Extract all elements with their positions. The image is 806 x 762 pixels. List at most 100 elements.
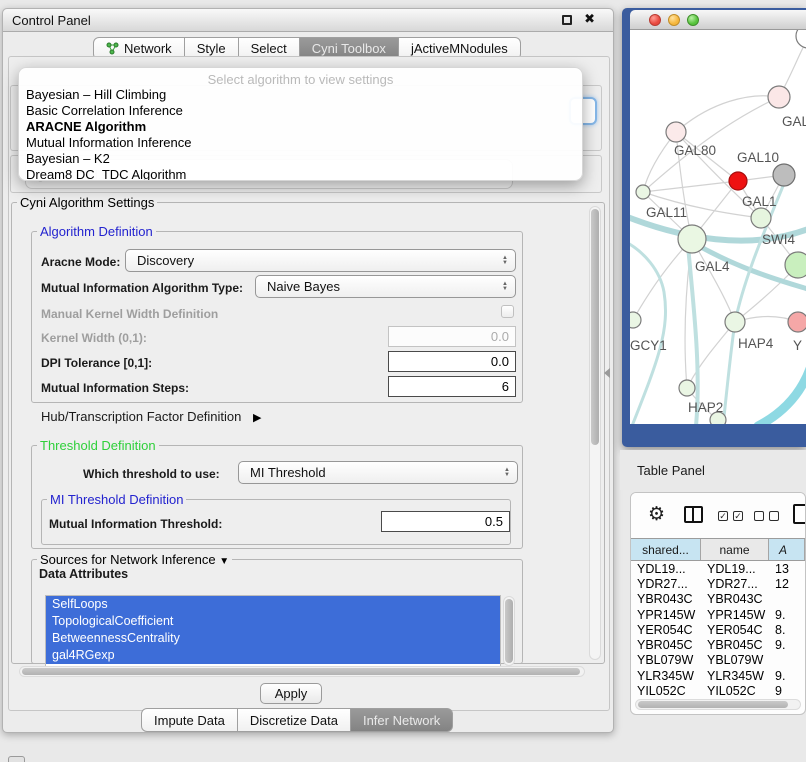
stepper-icon: ▲▼ — [504, 468, 510, 478]
which-threshold-value: MI Threshold — [250, 465, 326, 480]
table-row[interactable]: YIL052CYIL052C9 — [631, 683, 805, 698]
algorithm-dropdown-item[interactable]: Dream8 DC_TDC Algorithm — [19, 167, 582, 181]
settings-vertical-scrollbar[interactable] — [589, 206, 601, 660]
network-edge[interactable] — [676, 96, 779, 132]
deselect-checkbox-icon[interactable] — [769, 511, 779, 521]
gear-icon[interactable]: ⚙ — [648, 503, 665, 526]
algorithm-dropdown-item[interactable]: Basic Correlation Inference — [19, 103, 582, 119]
mi-threshold-value: 0.5 — [485, 514, 503, 529]
network-node[interactable] — [785, 252, 806, 278]
data-attribute-item[interactable]: BetweennessCentrality — [46, 630, 500, 647]
tab-infer-network[interactable]: Infer Network — [351, 708, 453, 732]
network-node-label: HAP2 — [688, 400, 723, 415]
network-node[interactable] — [751, 208, 771, 228]
data-attribute-item[interactable]: SelfLoops — [46, 596, 500, 613]
data-attributes-list[interactable]: SelfLoopsTopologicalCoefficientBetweenne… — [45, 595, 501, 667]
network-node[interactable] — [630, 312, 641, 328]
table-row[interactable]: YBR045CYBR045C9. — [631, 637, 805, 652]
algorithm-dropdown-item[interactable]: Bayesian – K2 — [19, 151, 582, 167]
network-node[interactable] — [796, 30, 806, 48]
settings-horizontal-scrollbar[interactable] — [19, 666, 585, 677]
network-node[interactable] — [666, 122, 686, 142]
table-cell: YLR345W — [631, 669, 701, 683]
algorithm-dropdown-item[interactable]: Mutual Information Inference — [19, 135, 582, 151]
table-cell: 12 — [769, 577, 805, 591]
network-node[interactable] — [636, 185, 650, 199]
table-cell: YIL052C — [701, 684, 769, 698]
network-node[interactable] — [679, 380, 695, 396]
float-window-icon[interactable] — [562, 15, 572, 25]
data-attribute-item[interactable]: gal4RGexp — [46, 647, 500, 664]
network-node-label: Y — [793, 338, 802, 353]
network-edge[interactable] — [643, 181, 738, 192]
close-traffic-light-icon[interactable] — [649, 14, 661, 26]
column-header-name[interactable]: name — [701, 539, 769, 560]
network-window-titlebar[interactable] — [630, 10, 806, 30]
mi-threshold-field[interactable]: 0.5 — [381, 511, 510, 532]
zoom-traffic-light-icon[interactable] — [687, 14, 699, 26]
manual-kernel-checkbox[interactable] — [501, 305, 514, 318]
apply-button[interactable]: Apply — [260, 683, 322, 704]
hub-definition-expander[interactable]: Hub/Transcription Factor Definition ▶ — [41, 409, 261, 424]
network-node[interactable] — [788, 312, 806, 332]
minimized-panel-icon[interactable] — [8, 756, 25, 762]
control-panel-titlebar[interactable]: Control Panel ✖ — [3, 9, 613, 32]
table-row[interactable]: YDR27...YDR27...12 — [631, 576, 805, 591]
column-header-shared-name[interactable]: shared... — [631, 539, 701, 560]
table-cell: YDL19... — [631, 562, 701, 576]
mi-steps-field[interactable]: 6 — [388, 376, 516, 397]
columns-icon[interactable] — [684, 506, 703, 523]
table-cell: 9. — [769, 669, 805, 683]
mi-threshold-definition-title: MI Threshold Definition — [47, 492, 186, 507]
sources-group-title[interactable]: Sources for Network Inference ▼ — [37, 552, 232, 567]
attributes-list-scrollbar[interactable] — [503, 596, 515, 666]
cyni-bottom-tabbar: Impute Data Discretize Data Infer Networ… — [141, 708, 453, 732]
algorithm-dropdown-item[interactable]: ARACNE Algorithm — [19, 119, 582, 135]
tab-discretize-data[interactable]: Discretize Data — [238, 708, 351, 732]
network-node[interactable] — [678, 225, 706, 253]
tab-impute-data[interactable]: Impute Data — [141, 708, 238, 732]
table-row[interactable]: YPR145WYPR145W9. — [631, 607, 805, 622]
mi-steps-label: Mutual Information Steps: — [41, 381, 189, 395]
deselect-checkbox-icon[interactable] — [754, 511, 764, 521]
network-node[interactable] — [773, 164, 795, 186]
network-node[interactable] — [725, 312, 745, 332]
threshold-definition-title: Threshold Definition — [37, 438, 159, 453]
kernel-width-value: 0.0 — [491, 329, 509, 344]
network-node[interactable] — [729, 172, 747, 190]
table-cell: 8. — [769, 623, 805, 637]
table-horizontal-scrollbar[interactable] — [635, 699, 801, 710]
which-threshold-combobox[interactable]: MI Threshold ▲▼ — [238, 461, 518, 484]
close-icon[interactable]: ✖ — [584, 11, 595, 27]
select-all-checkbox-icon[interactable]: ✓ — [718, 511, 728, 521]
table-row[interactable]: YDL19...YDL19...13 — [631, 561, 805, 576]
network-node-label: GAL1 — [742, 194, 777, 209]
aracne-mode-combobox[interactable]: Discovery ▲▼ — [125, 249, 516, 272]
network-node[interactable] — [768, 86, 790, 108]
table-row[interactable]: YLR345WYLR345W9. — [631, 668, 805, 683]
select-all-checkbox-icon[interactable]: ✓ — [733, 511, 743, 521]
minimize-traffic-light-icon[interactable] — [668, 14, 680, 26]
control-panel-window: Control Panel ✖ Network — [2, 8, 614, 733]
network-edge-highlighted[interactable] — [630, 242, 666, 424]
dpi-tolerance-field[interactable]: 0.0 — [388, 351, 516, 372]
kernel-width-label: Kernel Width (0,1): — [41, 331, 147, 345]
network-canvas[interactable]: GALGAL80GAL10GAL11GAL1SWI4GAL4GCY1HAP4YH… — [630, 30, 806, 424]
table-row[interactable]: YER054CYER054C8. — [631, 622, 805, 637]
data-attribute-item[interactable]: TopologicalCoefficient — [46, 613, 500, 630]
table-cell: YLR345W — [701, 669, 769, 683]
algorithm-definition-title: Algorithm Definition — [37, 224, 156, 239]
mi-algorithm-type-combobox[interactable]: Naive Bayes ▲▼ — [255, 275, 516, 298]
table-mode-icon[interactable] — [793, 504, 806, 524]
panel-divider-arrow[interactable] — [604, 368, 610, 378]
network-node-label: SWI4 — [762, 232, 795, 247]
column-header-partial[interactable]: A — [769, 539, 805, 560]
network-edge[interactable] — [633, 239, 692, 320]
table-panel-title: Table Panel — [637, 463, 705, 478]
table-row[interactable]: YBL079WYBL079W — [631, 653, 805, 668]
kernel-width-field[interactable]: 0.0 — [388, 326, 516, 347]
algorithm-dropdown-item[interactable]: Bayesian – Hill Climbing — [19, 87, 582, 103]
table-row[interactable]: YBR043CYBR043C — [631, 592, 805, 607]
network-edge-highlighted[interactable] — [758, 366, 806, 424]
network-node-label: GAL11 — [646, 205, 687, 220]
